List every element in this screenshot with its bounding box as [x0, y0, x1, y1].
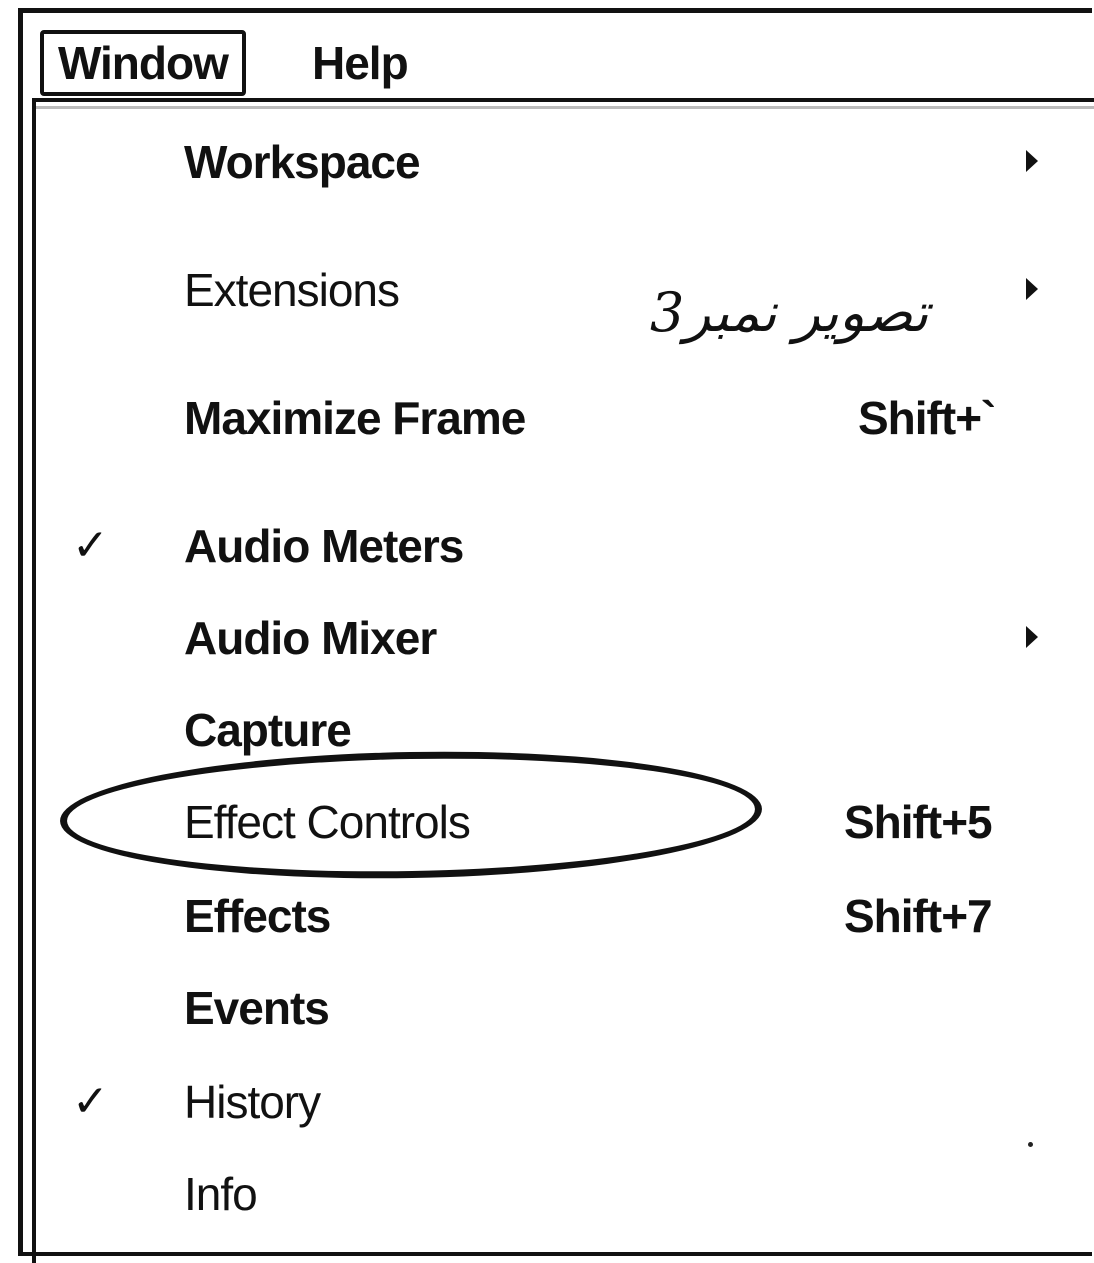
menu-item-maximize-frame[interactable]: Maximize Frame Shift+` — [36, 378, 1086, 458]
menu-item-effects[interactable]: Effects Shift+7 — [36, 876, 1086, 956]
menu-item-audio-mixer[interactable]: Audio Mixer — [36, 598, 1086, 678]
menu-item-info[interactable]: Info — [36, 1154, 1086, 1234]
scan-speck — [1028, 1142, 1033, 1147]
menu-item-events[interactable]: Events — [36, 968, 1086, 1048]
menu-item-shortcut: Shift+5 — [844, 796, 993, 848]
menu-item-shortcut: Shift+7 — [844, 890, 993, 942]
window-menu-dropdown: Workspace Extensions Maximize Frame Shif… — [32, 98, 1094, 1263]
menu-item-label: Effects — [184, 890, 331, 942]
menu-item-extensions[interactable]: Extensions — [36, 250, 1086, 330]
menu-item-label: Extensions — [184, 264, 400, 316]
menu-item-label: Effect Controls — [184, 796, 471, 848]
handwritten-figure-label: تصویر نمبر3 — [650, 281, 929, 344]
menu-item-label: Capture — [184, 704, 352, 756]
checkmark-icon: ✓ — [72, 1076, 109, 1127]
menu-item-effect-controls[interactable]: Effect Controls Shift+5 — [36, 782, 1086, 862]
submenu-arrow-icon — [1026, 626, 1038, 648]
menu-item-label: Events — [184, 982, 330, 1034]
menu-item-label: Audio Meters — [184, 520, 464, 572]
menu-item-shortcut: Shift+` — [858, 392, 996, 444]
menu-item-label: Audio Mixer — [184, 612, 437, 664]
menu-item-label: Info — [184, 1168, 258, 1220]
menu-bar: Window Help — [36, 22, 1086, 102]
menu-item-audio-meters[interactable]: ✓ Audio Meters — [36, 506, 1086, 586]
menu-item-label: Maximize Frame — [184, 392, 526, 444]
menu-help[interactable]: Help — [298, 30, 422, 96]
menu-item-history[interactable]: ✓ History — [36, 1062, 1086, 1142]
menu-item-label: History — [184, 1076, 321, 1128]
menu-item-label: Workspace — [184, 136, 421, 188]
submenu-arrow-icon — [1026, 150, 1038, 172]
menu-item-workspace[interactable]: Workspace — [36, 122, 1086, 202]
submenu-arrow-icon — [1026, 278, 1038, 300]
checkmark-icon: ✓ — [72, 520, 109, 571]
menu-window[interactable]: Window — [40, 30, 246, 96]
menu-item-capture[interactable]: Capture — [36, 690, 1086, 770]
